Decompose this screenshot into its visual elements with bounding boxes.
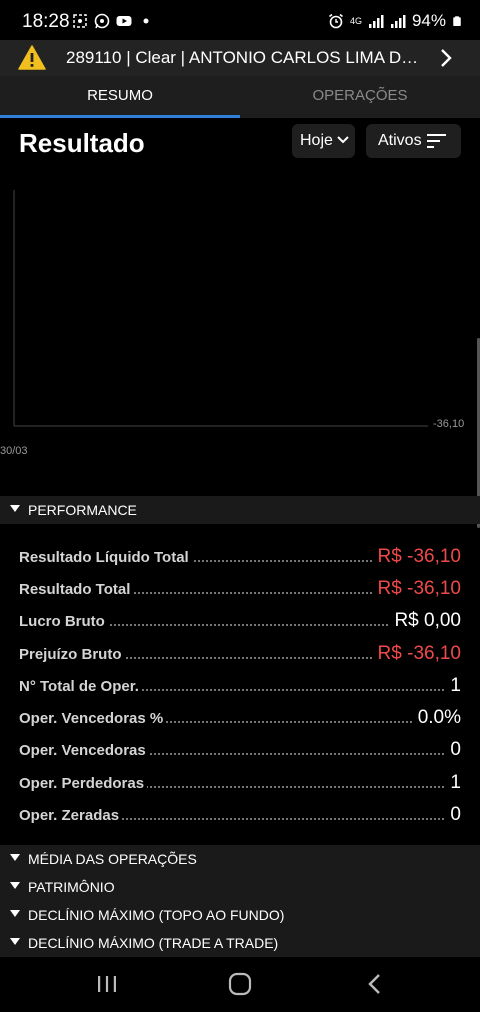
metric-value: 1	[446, 772, 461, 794]
period-label: Hoje	[300, 132, 333, 149]
metric-label: Oper. Vencedoras %	[19, 710, 167, 727]
metric-row-total-oper: N° Total de Oper. 1	[0, 669, 480, 699]
tab-indicator	[0, 115, 240, 118]
dot-icon	[143, 18, 149, 24]
alarm-icon	[328, 13, 343, 29]
chevron-right-icon[interactable]	[440, 48, 452, 68]
signal-icon	[390, 15, 406, 28]
whatsapp-icon	[94, 13, 110, 29]
metric-row-oper-vencedoras-pct: Oper. Vencedoras % 0.0%	[0, 701, 480, 731]
metric-row-lucro-bruto: Lucro Bruto R$ 0,00	[0, 604, 480, 634]
status-right: 4G 94%	[328, 11, 462, 31]
metric-value: R$ 0,00	[390, 610, 461, 632]
home-icon[interactable]	[227, 971, 253, 997]
section-label: MÉDIA DAS OPERAÇÕES	[28, 851, 197, 867]
section-media-operacoes[interactable]: MÉDIA DAS OPERAÇÕES	[0, 845, 480, 873]
sort-icon	[427, 134, 446, 148]
metric-value: 1	[446, 675, 461, 697]
system-nav-bar	[0, 957, 480, 1012]
caret-down-icon	[10, 854, 20, 861]
metric-label: Prejuízo Bruto	[19, 646, 125, 663]
metric-label: Oper. Zeradas	[19, 807, 123, 824]
section-label: DECLÍNIO MÁXIMO (TOPO AO FUNDO)	[28, 907, 285, 923]
section-declinio-trade-a-trade[interactable]: DECLÍNIO MÁXIMO (TRADE A TRADE)	[0, 929, 480, 957]
section-patrimonio[interactable]: PATRIMÔNIO	[0, 873, 480, 901]
metric-row-oper-perdedoras: Oper. Perdedoras 1	[0, 766, 480, 796]
tab-bar: RESUMO OPERAÇÕES	[0, 76, 480, 118]
battery-percent: 94%	[411, 11, 446, 30]
metric-value: R$ -36,10	[373, 643, 461, 665]
metric-row-oper-zeradas: Oper. Zeradas 0	[0, 798, 480, 828]
metric-value: 0	[446, 804, 461, 826]
youtube-icon	[116, 16, 132, 26]
period-dropdown[interactable]: Hoje	[292, 124, 355, 158]
caret-down-icon	[10, 882, 20, 889]
metric-label: Resultado Total	[19, 581, 134, 598]
caret-down-icon	[10, 910, 20, 917]
status-left-icons	[72, 13, 154, 29]
collapsed-sections: MÉDIA DAS OPERAÇÕES PATRIMÔNIO DECLÍNIO …	[0, 845, 480, 957]
chart-y-tick-label: -36,10	[433, 418, 464, 430]
metric-value: R$ -36,10	[373, 578, 461, 600]
status-bar: 18:28 4G 94%	[0, 0, 480, 44]
caret-down-icon	[10, 505, 20, 512]
ativos-filter-button[interactable]: Ativos	[366, 124, 461, 158]
metric-label: Lucro Bruto	[19, 613, 108, 630]
metric-value: 0.0%	[413, 707, 461, 729]
back-icon[interactable]	[362, 971, 388, 997]
page-title: Resultado	[19, 128, 145, 158]
metric-label: Resultado Líquido Total	[19, 549, 192, 566]
performance-section-header[interactable]: PERFORMANCE	[0, 496, 480, 524]
section-label: DECLÍNIO MÁXIMO (TRADE A TRADE)	[28, 935, 279, 951]
metric-row-resultado-total: Resultado Total R$ -36,10	[0, 572, 480, 602]
metric-row-oper-vencedoras: Oper. Vencedoras 0	[0, 733, 480, 763]
battery-icon	[453, 16, 461, 26]
metric-value: 0	[446, 739, 461, 761]
chart-x-tick-label: 30/03	[0, 445, 28, 457]
section-label: PATRIMÔNIO	[28, 879, 115, 895]
recent-apps-icon[interactable]	[94, 971, 120, 997]
section-label: PERFORMANCE	[28, 502, 137, 518]
tab-operacoes[interactable]: OPERAÇÕES	[240, 76, 480, 118]
network-label: 4G	[349, 15, 362, 26]
metric-row-resultado-liquido-total: Resultado Líquido Total R$ -36,10	[0, 540, 480, 570]
metric-label: Oper. Vencedoras	[19, 742, 149, 759]
metric-label: N° Total de Oper.	[19, 678, 142, 695]
metric-label: Oper. Perdedoras	[19, 775, 148, 792]
section-declinio-topo-fundo[interactable]: DECLÍNIO MÁXIMO (TOPO AO FUNDO)	[0, 901, 480, 929]
account-bar[interactable]: 289110 | Clear | ANTONIO CARLOS LIMA DA …	[0, 40, 480, 76]
metric-value: R$ -36,10	[373, 546, 461, 568]
result-chart: -36,10 30/03	[0, 190, 464, 457]
tab-resumo[interactable]: RESUMO	[0, 76, 240, 118]
status-time: 18:28	[22, 11, 70, 32]
warning-icon	[18, 45, 46, 70]
account-text: 289110 | Clear | ANTONIO CARLOS LIMA DA …	[66, 48, 426, 67]
metric-row-prejuizo-bruto: Prejuízo Bruto R$ -36,10	[0, 637, 480, 667]
chevron-down-icon	[337, 136, 349, 144]
ativos-label: Ativos	[378, 132, 422, 149]
screenshot-icon	[73, 14, 87, 28]
signal-icon	[368, 15, 384, 28]
caret-down-icon	[10, 938, 20, 945]
